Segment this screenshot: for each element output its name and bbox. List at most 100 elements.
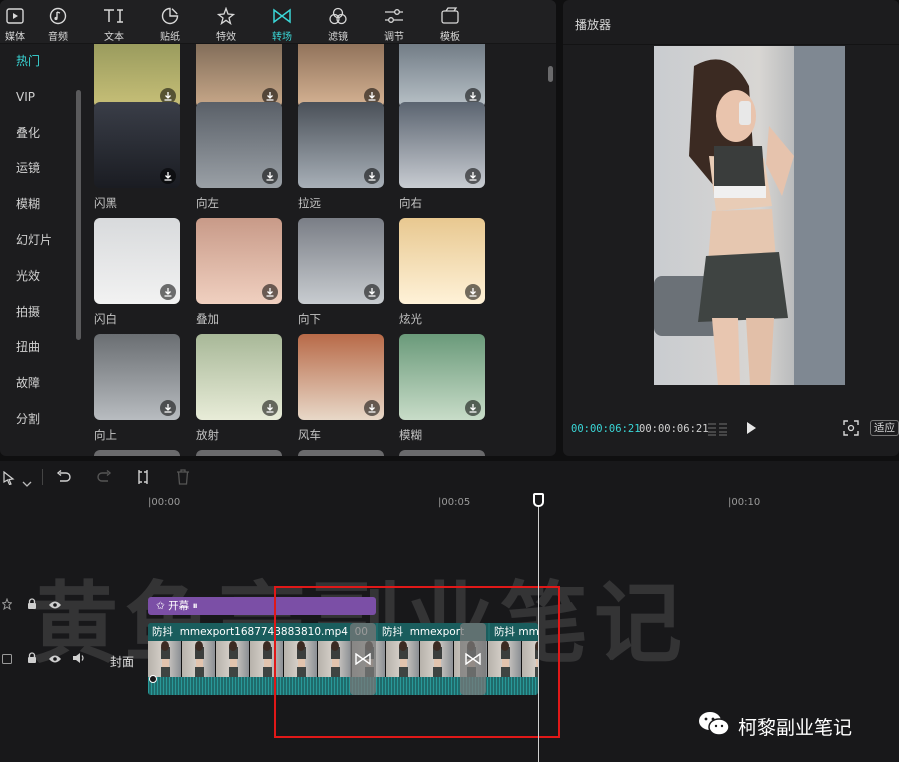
transition-thumbnail[interactable] [196,218,282,304]
download-icon[interactable] [160,284,176,300]
nav-item-split[interactable]: 分割 [0,402,82,438]
transition-card[interactable]: 向下 [298,218,384,327]
text-icon [103,5,125,27]
playhead-handle[interactable] [533,493,544,507]
transition-thumbnail[interactable] [399,218,485,304]
nav-item-light[interactable]: 光效 [0,259,82,295]
tab-audio[interactable]: 音频 [30,0,86,44]
download-icon[interactable] [465,400,481,416]
keyframe-dot[interactable] [149,675,157,683]
transition-card[interactable]: 向左 [196,102,282,211]
video-preview[interactable] [654,46,845,385]
lock-icon[interactable] [26,649,38,668]
transition-thumbnail[interactable] [94,44,180,108]
pause-icon: ⏸ [192,600,198,612]
playhead-line[interactable] [538,493,539,762]
nav-item-glitch[interactable]: 故障 [0,366,82,402]
tab-effects[interactable]: 特效 [198,0,254,44]
transition-thumbnail[interactable] [298,334,384,420]
delete-icon[interactable] [176,469,190,489]
transition-thumbnail[interactable] [94,450,180,456]
download-icon[interactable] [364,284,380,300]
lock-icon[interactable] [26,595,38,614]
transition-thumbnail[interactable] [298,450,384,456]
transition-thumbnail[interactable] [298,218,384,304]
transition-thumbnail[interactable] [94,334,180,420]
download-icon[interactable] [364,400,380,416]
download-icon[interactable] [262,400,278,416]
transition-card[interactable]: 放射 [196,334,282,443]
download-icon[interactable] [465,168,481,184]
play-icon[interactable] [743,420,759,436]
timecode-list-icon[interactable] [707,421,729,440]
download-icon[interactable] [160,168,176,184]
transition-thumbnail[interactable] [399,334,485,420]
category-scrollbar[interactable] [76,90,81,340]
tab-filter[interactable]: 滤镜 [310,0,366,44]
category-nav: 热门 VIP 叠化 运镜 模糊 幻灯片 光效 拍摄 扭曲 故障 分割 [0,44,82,456]
divider [563,44,899,45]
transition-thumbnail[interactable] [94,218,180,304]
transition-label: 向下 [298,312,321,326]
transition-thumbnail[interactable] [196,450,282,456]
eye-icon[interactable] [48,595,62,614]
transition-thumbnail[interactable] [196,102,282,188]
transition-card[interactable]: 模糊 [399,334,485,443]
nav-item-dissolve[interactable]: 叠化 [0,116,82,152]
tab-template[interactable]: 模板 [422,0,478,44]
transition-card[interactable]: 闪白 [94,218,180,327]
transition-thumbnail[interactable] [94,102,180,188]
transition-card[interactable]: 风车 [298,334,384,443]
nav-item-shoot[interactable]: 拍摄 [0,295,82,331]
eye-icon[interactable] [48,649,62,668]
transition-thumbnail[interactable] [399,450,485,456]
chevron-down-icon[interactable] [22,473,32,492]
nav-item-hot[interactable]: 热门 [0,44,82,80]
tab-label: 转场 [272,32,292,43]
split-icon[interactable] [136,469,150,489]
tab-sticker[interactable]: 贴纸 [142,0,198,44]
transition-label: 向右 [399,196,422,210]
time-ruler[interactable]: |00:00 |00:05 |00:10 [0,493,899,511]
transition-thumbnail[interactable] [196,334,282,420]
fit-button[interactable]: 适应 [870,420,899,436]
grid-scrollbar[interactable] [548,66,553,82]
fullscreen-icon[interactable] [843,420,859,440]
nav-item-distort[interactable]: 扭曲 [0,330,82,366]
film-frame [216,641,250,677]
download-icon[interactable] [160,400,176,416]
transition-thumbnail[interactable] [399,44,485,108]
speaker-icon[interactable] [72,649,86,668]
tab-text[interactable]: 文本 [86,0,142,44]
undo-icon[interactable] [56,469,72,488]
transition-card[interactable]: 向右 [399,102,485,211]
transition-card[interactable]: 拉远 [298,102,384,211]
transition-thumbnail[interactable] [298,102,384,188]
tab-media[interactable]: 媒体 [0,0,30,44]
transition-card[interactable]: 闪黑 [94,102,180,211]
transition-card[interactable]: 炫光 [399,218,485,327]
transition-thumbnail[interactable] [196,44,282,108]
redo-icon[interactable] [96,469,112,488]
top-tab-bar: 媒体 音频 文本 贴纸 特效 转场 滤镜 调节 模板 [0,0,556,44]
transition-thumbnail[interactable] [298,44,384,108]
cover-button[interactable]: 封面 [110,653,134,670]
nav-item-slideshow[interactable]: 幻灯片 [0,223,82,259]
highlight-box [274,586,560,738]
transition-card[interactable]: 叠加 [196,218,282,327]
download-icon[interactable] [364,168,380,184]
tab-adjust[interactable]: 调节 [366,0,422,44]
timeline-toolbar [0,461,899,493]
select-tool-icon[interactable] [2,470,16,489]
effects-icon [215,5,237,27]
nav-item-vip[interactable]: VIP [0,80,82,116]
transition-card[interactable]: 向上 [94,334,180,443]
transition-thumbnail[interactable] [399,102,485,188]
tab-transition[interactable]: 转场 [254,0,310,44]
nav-item-blur[interactable]: 模糊 [0,187,82,223]
download-icon[interactable] [262,284,278,300]
download-icon[interactable] [262,168,278,184]
download-icon[interactable] [465,284,481,300]
wechat-icon [698,710,730,742]
nav-item-camera[interactable]: 运镜 [0,151,82,187]
